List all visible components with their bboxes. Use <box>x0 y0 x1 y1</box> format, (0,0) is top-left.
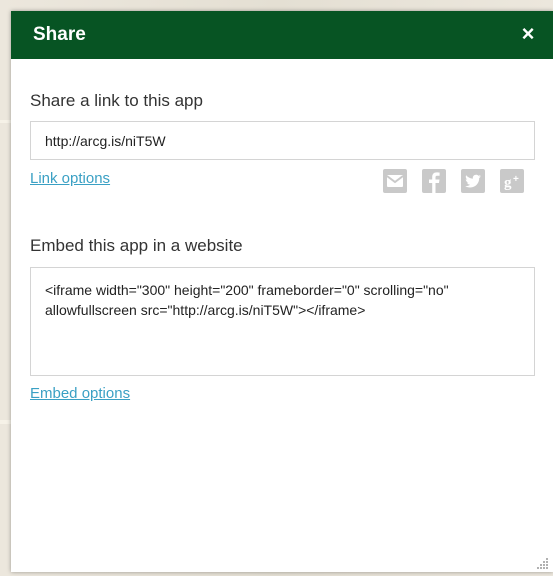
embed-code-textarea[interactable]: <iframe width="300" height="200" framebo… <box>30 267 535 376</box>
facebook-icon[interactable] <box>422 169 446 193</box>
dialog-titlebar: Share × <box>11 11 553 59</box>
map-road <box>0 420 11 424</box>
share-dialog: Share × Share a link to this app Link op… <box>11 11 553 572</box>
svg-text:g: g <box>504 175 512 191</box>
google-plus-icon[interactable]: g + <box>500 169 524 193</box>
close-button[interactable]: × <box>517 22 539 46</box>
embed-heading: Embed this app in a website <box>30 236 243 255</box>
share-link-heading: Share a link to this app <box>30 91 203 110</box>
link-options-link[interactable]: Link options <box>30 170 110 187</box>
embed-options-link[interactable]: Embed options <box>30 385 130 402</box>
resize-handle-icon[interactable] <box>537 556 549 569</box>
map-road <box>0 120 11 123</box>
dialog-title: Share <box>33 24 86 45</box>
svg-text:+: + <box>513 174 519 185</box>
share-url-input[interactable] <box>30 121 535 160</box>
twitter-icon[interactable] <box>461 169 485 193</box>
email-icon[interactable] <box>383 169 407 193</box>
